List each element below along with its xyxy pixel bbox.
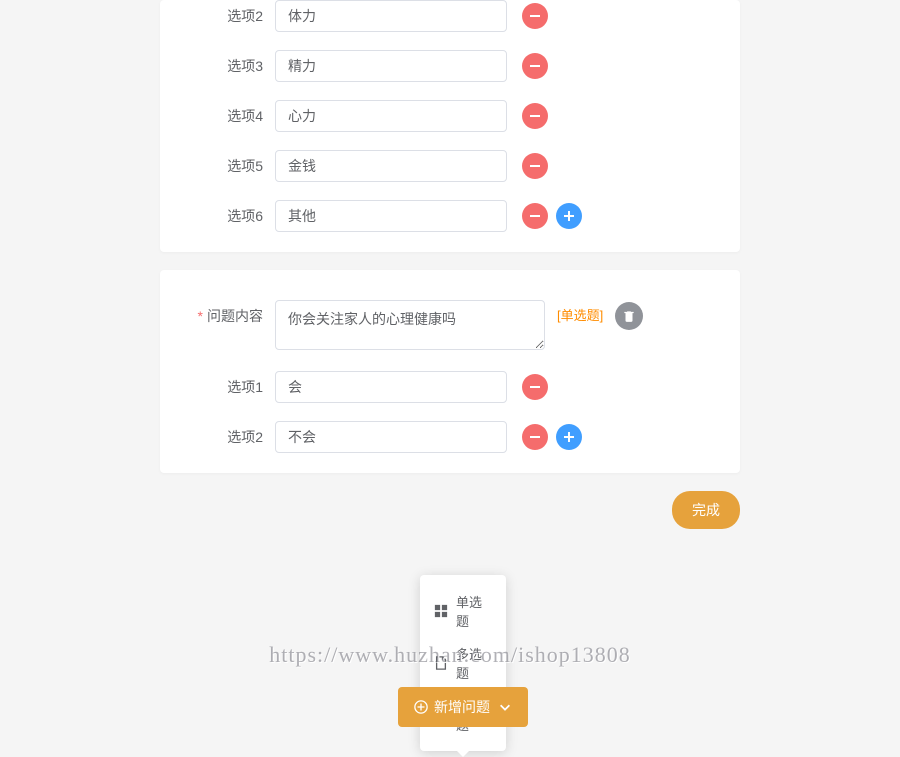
minus-icon [530, 165, 540, 167]
minus-icon [530, 436, 540, 438]
add-question-label: 新增问题 [434, 697, 490, 717]
popover-item-label: 多选题 [456, 644, 492, 682]
option-label: 选项3 [180, 50, 275, 82]
minus-icon [530, 215, 540, 217]
popover-item-single[interactable]: 单选题 [420, 585, 506, 637]
option-input[interactable] [275, 100, 507, 132]
grid-icon [434, 604, 448, 618]
question-card-1: 选项2 选项3 选项4 选项5 选项6 [160, 0, 740, 252]
minus-icon [530, 386, 540, 388]
add-option-button[interactable] [556, 203, 582, 229]
content-label: *问题内容 [180, 300, 275, 332]
option-input[interactable] [275, 371, 507, 403]
finish-button[interactable]: 完成 [672, 491, 740, 529]
delete-question-button[interactable] [615, 302, 643, 330]
remove-option-button[interactable] [522, 203, 548, 229]
footer: 完成 [160, 491, 740, 529]
add-question-button[interactable]: 新增问题 [398, 687, 528, 727]
remove-option-button[interactable] [522, 3, 548, 29]
plus-icon [564, 432, 574, 442]
remove-option-button[interactable] [522, 103, 548, 129]
option-row: 选项3 [180, 50, 720, 82]
option-row: 选项2 [180, 0, 720, 32]
plus-icon [564, 211, 574, 221]
option-label: 选项1 [180, 371, 275, 403]
option-row: 选项2 [180, 421, 720, 453]
option-row: 选项1 [180, 371, 720, 403]
option-row: 选项4 [180, 100, 720, 132]
document-icon [434, 656, 448, 670]
option-input[interactable] [275, 0, 507, 32]
plus-circle-icon [414, 700, 428, 714]
option-input[interactable] [275, 50, 507, 82]
option-label: 选项2 [180, 0, 275, 32]
popover-item-multi[interactable]: 多选题 [420, 637, 506, 689]
remove-option-button[interactable] [522, 374, 548, 400]
add-option-button[interactable] [556, 424, 582, 450]
trash-icon [622, 309, 636, 323]
option-row: 选项5 [180, 150, 720, 182]
required-asterisk: * [198, 308, 203, 324]
question-card-2: *问题内容 [单选题] 选项1 选项2 [160, 270, 740, 473]
option-row: 选项6 [180, 200, 720, 232]
minus-icon [530, 15, 540, 17]
chevron-down-icon [498, 700, 512, 714]
option-label: 选项2 [180, 421, 275, 453]
remove-option-button[interactable] [522, 424, 548, 450]
option-label: 选项5 [180, 150, 275, 182]
minus-icon [530, 65, 540, 67]
question-content-textarea[interactable] [275, 300, 545, 350]
remove-option-button[interactable] [522, 53, 548, 79]
option-input[interactable] [275, 200, 507, 232]
option-label: 选项6 [180, 200, 275, 232]
remove-option-button[interactable] [522, 153, 548, 179]
option-input[interactable] [275, 421, 507, 453]
option-label: 选项4 [180, 100, 275, 132]
option-input[interactable] [275, 150, 507, 182]
popover-item-label: 单选题 [456, 592, 492, 630]
minus-icon [530, 115, 540, 117]
add-question-wrap: 新增问题 [398, 687, 528, 727]
question-type-tag: [单选题] [557, 300, 603, 332]
question-content-row: *问题内容 [单选题] [180, 300, 720, 353]
